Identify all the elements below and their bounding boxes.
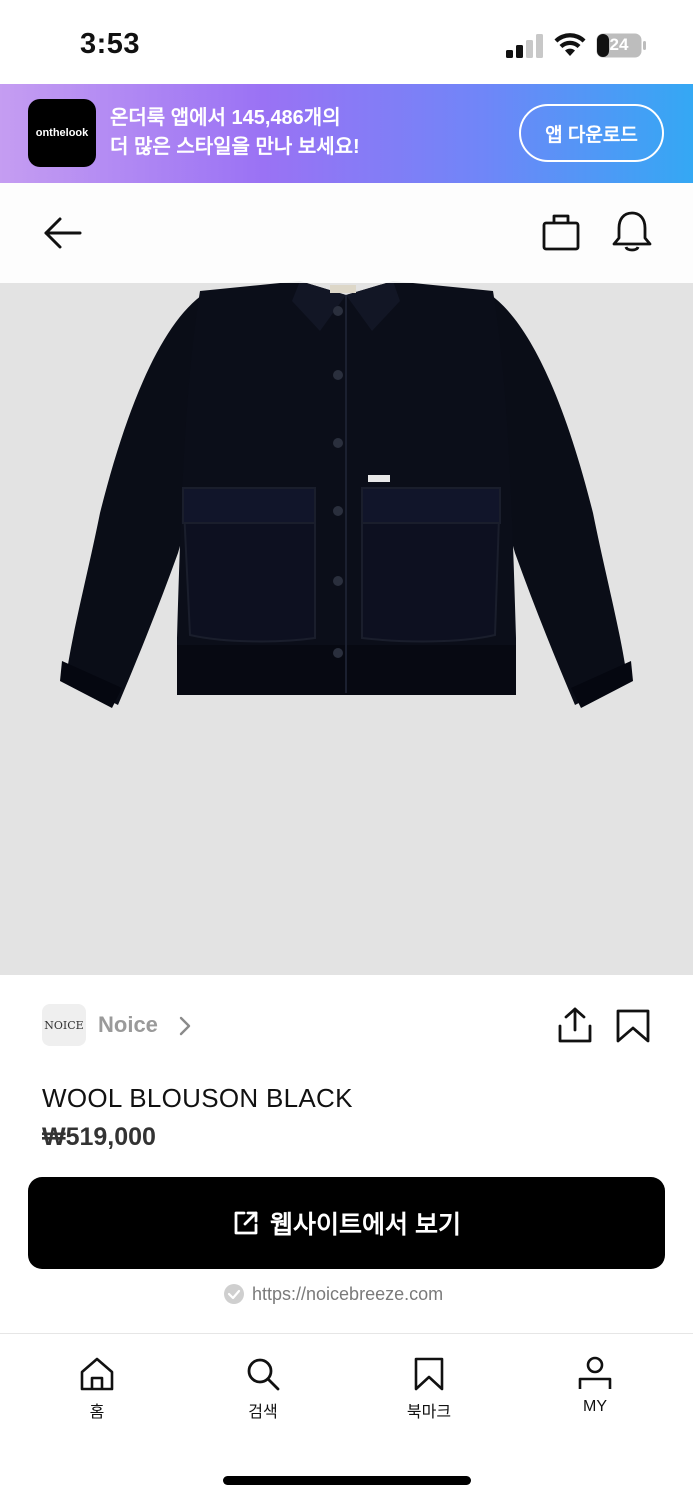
- app-download-button[interactable]: 앱 다운로드: [519, 104, 664, 162]
- cellular-signal-icon: [506, 34, 543, 58]
- tab-bookmark[interactable]: 북마크: [379, 1356, 479, 1426]
- promo-line-1: 온더룩 앱에서 145,486개의: [110, 107, 341, 129]
- product-price: ₩519,000: [42, 1123, 156, 1151]
- promo-message: 온더룩 앱에서 145,486개의 더 많은 스타일을 만나 보세요!: [110, 104, 360, 162]
- chevron-right-icon[interactable]: [178, 1015, 192, 1037]
- home-icon: [80, 1357, 114, 1391]
- website-url: https://noicebreeze.com: [252, 1283, 444, 1304]
- tab-bookmark-label: 북마크: [406, 1404, 452, 1421]
- onthelook-logo: onthelook: [28, 99, 96, 167]
- brand-name[interactable]: Noice: [98, 1012, 158, 1038]
- home-indicator: [223, 1476, 471, 1485]
- shopping-bag-icon[interactable]: [541, 212, 581, 252]
- product-title: WOOL BLOUSON BLACK: [42, 1083, 353, 1113]
- battery-percent: 24: [609, 35, 629, 54]
- jacket-illustration: [60, 281, 633, 708]
- verified-check-icon: [224, 1284, 244, 1304]
- brand-logo[interactable]: NOICE: [42, 1004, 86, 1046]
- website-url-row: https://noicebreeze.com: [224, 1282, 443, 1306]
- app-promo-banner[interactable]: onthelook 온더룩 앱에서 145,486개의 더 많은 스타일을 만나…: [0, 84, 693, 183]
- bookmark-icon[interactable]: [615, 1008, 651, 1044]
- cta-label: 웹사이트에서 보기: [270, 1211, 461, 1239]
- tab-my[interactable]: MY: [545, 1356, 645, 1426]
- bottom-tab-bar: 홈 검색 북마크 MY: [0, 1333, 693, 1500]
- notification-bell-icon[interactable]: [611, 210, 653, 254]
- tab-home[interactable]: 홈: [47, 1356, 147, 1426]
- top-navigation-bar: [0, 183, 693, 283]
- tab-search[interactable]: 검색: [213, 1356, 313, 1426]
- wifi-icon: [554, 33, 586, 56]
- battery-indicator: 24: [596, 33, 648, 58]
- tab-home-label: 홈: [89, 1404, 105, 1421]
- search-icon: [247, 1358, 280, 1391]
- bookmark-icon: [414, 1357, 444, 1391]
- share-icon[interactable]: [556, 1006, 594, 1044]
- user-icon: [578, 1356, 612, 1389]
- tab-search-label: 검색: [248, 1404, 278, 1421]
- external-link-icon: [234, 1211, 258, 1235]
- back-arrow-icon[interactable]: [42, 213, 84, 253]
- view-on-website-button[interactable]: 웹사이트에서 보기: [28, 1177, 665, 1269]
- promo-line-2: 더 많은 스타일을 만나 보세요!: [110, 136, 360, 158]
- tab-my-label: MY: [583, 1398, 607, 1415]
- status-bar: 3:53 24: [0, 0, 693, 84]
- product-image[interactable]: [0, 183, 693, 975]
- status-time: 3:53: [80, 28, 141, 60]
